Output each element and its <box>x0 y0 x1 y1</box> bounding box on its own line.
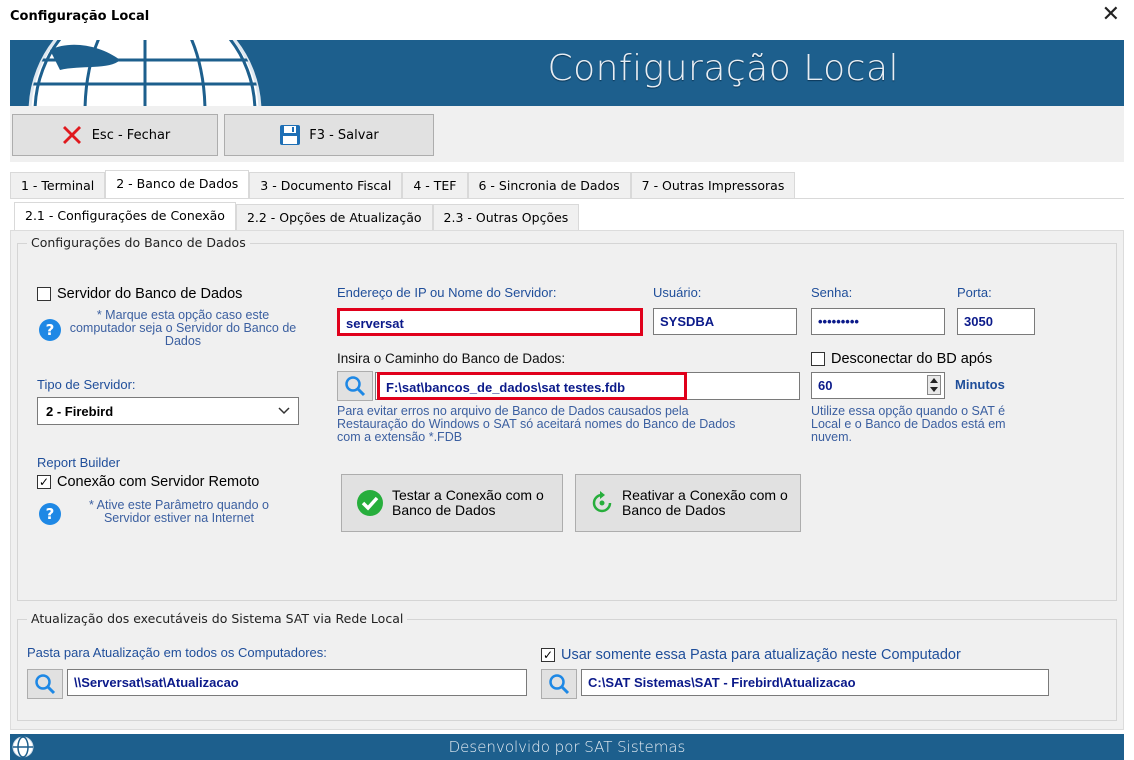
browse-db-button[interactable] <box>337 371 373 401</box>
save-button-label: F3 - Salvar <box>309 127 379 143</box>
help-icon: ? <box>39 319 61 341</box>
update-group-legend: Atualização dos executáveis do Sistema S… <box>27 611 408 626</box>
sub-tabs: 2.1 - Configurações de Conexão 2.2 - Opç… <box>14 202 580 230</box>
password-label: Senha: <box>811 285 853 300</box>
port-input[interactable]: 3050 <box>957 308 1035 335</box>
reactivate-connection-button[interactable]: Reativar a Conexão com o Banco de Dados <box>575 474 801 532</box>
use-only-folder-checkbox-box[interactable]: ✓ <box>541 648 555 662</box>
tab-terminal[interactable]: 1 - Terminal <box>10 172 106 198</box>
server-checkbox-label: Servidor do Banco de Dados <box>57 286 243 302</box>
minutes-label: Minutos <box>955 377 1005 392</box>
tab-banco-de-dados[interactable]: 2 - Banco de Dados <box>105 170 250 198</box>
update-folder-input[interactable]: \\Serversat\sat\Atualizacao <box>67 669 527 696</box>
chevron-down-icon <box>278 407 290 415</box>
server-type-label: Tipo de Servidor: <box>37 377 136 392</box>
globe-icon <box>28 40 262 106</box>
tab-documento-fiscal[interactable]: 3 - Documento Fiscal <box>249 172 403 198</box>
db-path-input[interactable]: F:\sat\bancos_de_dados\sat testes.fdb <box>377 372 687 400</box>
remote-server-checkbox-label: Conexão com Servidor Remoto <box>57 474 260 490</box>
update-folder-label: Pasta para Atualização em todos os Compu… <box>27 645 327 660</box>
help-icon-remote: ? <box>39 503 61 525</box>
subtab-outras-opcoes[interactable]: 2.3 - Outras Opções <box>432 204 580 230</box>
remote-hint: * Ative este Parâmetro quando o Servidor… <box>89 498 269 525</box>
report-builder-label: Report Builder <box>37 455 121 470</box>
use-only-folder-checkbox[interactable]: ✓ Usar somente essa Pasta para atualizaç… <box>541 647 961 663</box>
spin-up-icon[interactable] <box>930 378 938 383</box>
reactivate-connection-label: Reativar a Conexão com o Banco de Dados <box>622 487 788 518</box>
refresh-icon <box>592 491 612 513</box>
ip-input[interactable]: serversat <box>337 308 643 336</box>
browse-local-folder-button[interactable] <box>541 669 577 699</box>
close-x-icon <box>62 126 81 144</box>
toolbar: Esc - Fechar F3 - Salvar <box>10 106 1124 162</box>
browse-update-folder-button[interactable] <box>27 669 63 699</box>
check-circle-icon <box>357 490 383 516</box>
spin-down-icon[interactable] <box>930 387 938 392</box>
close-icon[interactable]: ✕ <box>1102 4 1120 26</box>
content-panel: Configurações do Banco de Dados Servidor… <box>10 230 1124 730</box>
save-button[interactable]: F3 - Salvar <box>224 114 434 156</box>
disconnect-checkbox-box[interactable] <box>811 352 825 366</box>
use-only-folder-label: Usar somente essa Pasta para atualização… <box>561 647 961 663</box>
floppy-disk-icon <box>280 125 301 145</box>
port-label: Porta: <box>957 285 992 300</box>
user-label: Usuário: <box>653 285 702 300</box>
footer: Desenvolvido por SAT Sistemas <box>10 734 1124 760</box>
path-hint: Para evitar erros no arquivo de Banco de… <box>337 404 736 444</box>
ip-label: Endereço de IP ou Nome do Servidor: <box>337 285 557 300</box>
user-input[interactable]: SYSDBA <box>653 308 797 335</box>
disconnect-hint: Utilize essa opção quando o SAT é Local … <box>811 404 1006 444</box>
minutes-input[interactable]: 60 <box>811 372 945 399</box>
server-hint: * Marque esta opção caso este computador… <box>69 308 297 348</box>
search-icon <box>345 376 366 397</box>
subtab-opcoes-atualizacao[interactable]: 2.2 - Opções de Atualização <box>235 204 433 230</box>
search-icon <box>35 674 56 695</box>
disconnect-checkbox[interactable]: Desconectar do BD após <box>811 351 992 367</box>
subtab-configuracoes-conexao[interactable]: 2.1 - Configurações de Conexão <box>14 202 236 230</box>
globe-small-icon <box>12 736 34 758</box>
path-label: Insira o Caminho do Banco de Dados: <box>337 351 566 366</box>
tab-outras-impressoras[interactable]: 7 - Outras Impressoras <box>630 172 796 198</box>
banner-title: Configuração Local <box>547 48 899 89</box>
tab-divider <box>10 198 1124 199</box>
main-tabs: 1 - Terminal 2 - Banco de Dados 3 - Docu… <box>10 170 796 198</box>
server-type-value: 2 - Firebird <box>46 403 114 419</box>
remote-server-checkbox-box[interactable]: ✓ <box>37 475 51 489</box>
close-button[interactable]: Esc - Fechar <box>12 114 218 156</box>
close-button-label: Esc - Fechar <box>91 127 171 143</box>
local-folder-input[interactable]: C:\SAT Sistemas\SAT - Firebird\Atualizac… <box>581 669 1049 696</box>
footer-text: Desenvolvido por SAT Sistemas <box>448 738 686 756</box>
remote-server-checkbox[interactable]: ✓ Conexão com Servidor Remoto <box>37 474 259 490</box>
search-icon <box>549 674 570 695</box>
minutes-spinner[interactable] <box>927 375 941 395</box>
db-settings-legend: Configurações do Banco de Dados <box>27 235 250 250</box>
disconnect-checkbox-label: Desconectar do BD após <box>831 351 993 367</box>
window-title: Configuração Local <box>10 9 150 24</box>
server-checkbox-box[interactable] <box>37 287 51 301</box>
banner: Configuração Local <box>10 40 1124 106</box>
server-type-select[interactable]: 2 - Firebird <box>37 397 299 425</box>
test-connection-label: Testar a Conexão com o Banco de Dados <box>392 487 544 518</box>
password-input[interactable]: ••••••••• <box>811 308 945 335</box>
tab-sincronia-de-dados[interactable]: 6 - Sincronia de Dados <box>467 172 631 198</box>
test-connection-button[interactable]: Testar a Conexão com o Banco de Dados <box>341 474 563 532</box>
server-checkbox[interactable]: Servidor do Banco de Dados <box>37 286 242 302</box>
tab-tef[interactable]: 4 - TEF <box>402 172 468 198</box>
